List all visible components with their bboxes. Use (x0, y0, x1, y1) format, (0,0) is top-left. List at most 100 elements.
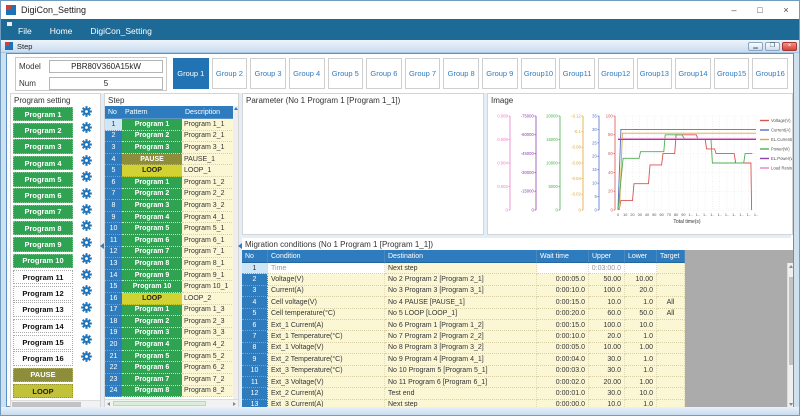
migration-destination-cell[interactable]: No 3 Program 3 [Program 3_1] (385, 286, 537, 297)
step-pattern-cell[interactable]: PAUSE (122, 154, 182, 166)
migration-target-cell[interactable]: All (657, 309, 685, 320)
step-no-cell[interactable]: 13 (105, 258, 122, 270)
gear-icon[interactable] (80, 170, 93, 188)
program-button-program-2[interactable]: Program 2 (13, 123, 73, 138)
step-pattern-cell[interactable]: Program 9 (122, 270, 182, 282)
migration-condition-cell[interactable]: Ext_2 Current(A) (268, 388, 385, 399)
program-button-program-9[interactable]: Program 9 (13, 237, 73, 252)
step-pattern-cell[interactable]: LOOP (122, 165, 182, 177)
migration-condition-cell[interactable]: Ext_3 Temperature(°C) (268, 366, 385, 377)
migration-row[interactable]: 2Voltage(V)No 2 Program 2 [Program 2_1]0… (242, 274, 793, 285)
step-pattern-cell[interactable]: Program 3 (122, 328, 182, 340)
step-no-cell[interactable]: 7 (105, 189, 122, 201)
migration-row[interactable]: 1TimeNext step0:03:00.0 (242, 263, 793, 274)
num-input[interactable] (49, 77, 163, 90)
program-button-program-5[interactable]: Program 5 (13, 172, 73, 187)
migration-upper-cell[interactable]: 20.0 (589, 331, 625, 342)
step-row[interactable]: 22Program 6Program 6_2 (105, 362, 238, 374)
migration-upper-cell[interactable]: 0:03:00.0 (589, 263, 625, 274)
migration-lower-cell[interactable]: 10.0 (625, 320, 657, 331)
migration-destination-cell[interactable]: No 6 Program 1 [Program 1_2] (385, 320, 537, 331)
step-no-cell[interactable]: 12 (105, 247, 122, 259)
migration-destination-cell[interactable]: No 7 Program 2 [Program 2_2] (385, 331, 537, 342)
step-description-cell[interactable]: Program 10_1 (182, 281, 234, 293)
group-tab-5[interactable]: Group 5 (328, 58, 364, 89)
migration-lower-cell[interactable]: 20.0 (625, 286, 657, 297)
scroll-up-icon[interactable] (789, 265, 793, 268)
migration-condition-cell[interactable]: Current(A) (268, 286, 385, 297)
migration-condition-cell[interactable]: Time (268, 263, 385, 274)
migration-no-cell[interactable]: 3 (242, 286, 268, 297)
migration-wait-time-cell[interactable]: 0:00:05.0 (537, 343, 589, 354)
doc-close-button[interactable]: × (782, 42, 797, 51)
step-pattern-cell[interactable]: Program 3 (122, 142, 182, 154)
migration-upper-cell[interactable]: 60.0 (589, 309, 625, 320)
step-description-cell[interactable]: LOOP_2 (182, 293, 234, 305)
migration-no-cell[interactable]: 12 (242, 388, 268, 399)
step-description-cell[interactable]: Program 7_1 (182, 247, 234, 259)
gear-icon[interactable] (80, 187, 93, 205)
migration-wait-time-cell[interactable]: 0:00:10.0 (537, 331, 589, 342)
step-pattern-cell[interactable]: Program 1 (122, 305, 182, 317)
group-tab-14[interactable]: Group14 (675, 58, 711, 89)
step-no-cell[interactable]: 17 (105, 305, 122, 317)
step-description-cell[interactable]: Program 7_2 (182, 374, 234, 386)
step-row[interactable]: 16LOOPLOOP_2 (105, 293, 238, 305)
migration-no-cell[interactable]: 9 (242, 354, 268, 365)
migration-row[interactable]: 7Ext_1 Temperature(°C)No 7 Program 2 [Pr… (242, 331, 793, 342)
step-description-cell[interactable]: Program 3_1 (182, 142, 234, 154)
migration-target-cell[interactable] (657, 354, 685, 365)
migration-wait-time-cell[interactable]: 0:00:15.0 (537, 320, 589, 331)
step-no-cell[interactable]: 11 (105, 235, 122, 247)
step-description-cell[interactable]: Program 4_1 (182, 212, 234, 224)
gear-icon[interactable] (80, 333, 93, 351)
step-no-cell[interactable]: 20 (105, 339, 122, 351)
migration-lower-cell[interactable]: 10.0 (625, 388, 657, 399)
migration-no-cell[interactable]: 5 (242, 309, 268, 320)
step-row[interactable]: 19Program 3Program 3_3 (105, 328, 238, 340)
migration-no-cell[interactable]: 1 (242, 263, 268, 274)
program-button-program-15[interactable]: Program 15 (13, 335, 73, 350)
step-pattern-cell[interactable]: Program 4 (122, 212, 182, 224)
migration-target-cell[interactable] (657, 377, 685, 388)
migration-destination-cell[interactable]: No 5 LOOP [LOOP_1] (385, 309, 537, 320)
step-description-cell[interactable]: Program 2_3 (182, 316, 234, 328)
step-description-cell[interactable]: Program 8_2 (182, 386, 234, 398)
migration-lower-cell[interactable]: 1.00 (625, 377, 657, 388)
migration-condition-cell[interactable]: Ext_3 Voltage(V) (268, 377, 385, 388)
migration-target-cell[interactable] (657, 274, 685, 285)
migration-upper-cell[interactable]: 30.0 (589, 354, 625, 365)
step-no-cell[interactable]: 8 (105, 200, 122, 212)
migration-row[interactable]: 8Ext_1 Voltage(V)No 8 Program 3 [Program… (242, 343, 793, 354)
step-pattern-cell[interactable]: Program 1 (122, 119, 182, 131)
step-row[interactable]: 2Program 2Program 2_1 (105, 131, 238, 143)
step-no-cell[interactable]: 16 (105, 293, 122, 305)
migration-upper-cell[interactable]: 100.0 (589, 286, 625, 297)
step-description-cell[interactable]: Program 2_2 (182, 189, 234, 201)
step-description-cell[interactable]: Program 2_1 (182, 131, 234, 143)
migration-destination-cell[interactable]: Test end (385, 388, 537, 399)
migration-destination-cell[interactable]: No 4 PAUSE [PAUSE_1] (385, 297, 537, 308)
migration-target-cell[interactable] (657, 331, 685, 342)
migration-condition-cell[interactable]: Ext_1 Voltage(V) (268, 343, 385, 354)
scroll-up-icon[interactable] (234, 107, 238, 110)
step-row[interactable]: 9Program 4Program 4_1 (105, 212, 238, 224)
migration-wait-time-cell[interactable]: 0:00:02.0 (537, 377, 589, 388)
migration-upper-cell[interactable]: 10.0 (589, 297, 625, 308)
migration-target-cell[interactable] (657, 263, 685, 274)
program-button-program-13[interactable]: Program 13 (13, 302, 73, 317)
migration-condition-cell[interactable]: Ext_1 Temperature(°C) (268, 331, 385, 342)
program-button-program-4[interactable]: Program 4 (13, 156, 73, 171)
gear-icon[interactable] (80, 252, 93, 270)
step-description-cell[interactable]: Program 9_1 (182, 270, 234, 282)
migration-target-cell[interactable]: All (657, 297, 685, 308)
step-pattern-cell[interactable]: Program 7 (122, 247, 182, 259)
step-no-cell[interactable]: 6 (105, 177, 122, 189)
scroll-left-icon[interactable] (107, 402, 110, 406)
gear-icon[interactable] (80, 154, 93, 172)
migration-no-cell[interactable]: 4 (242, 297, 268, 308)
step-pattern-cell[interactable]: Program 4 (122, 339, 182, 351)
step-no-cell[interactable]: 15 (105, 281, 122, 293)
gear-icon[interactable] (80, 317, 93, 335)
migration-target-cell[interactable] (657, 286, 685, 297)
